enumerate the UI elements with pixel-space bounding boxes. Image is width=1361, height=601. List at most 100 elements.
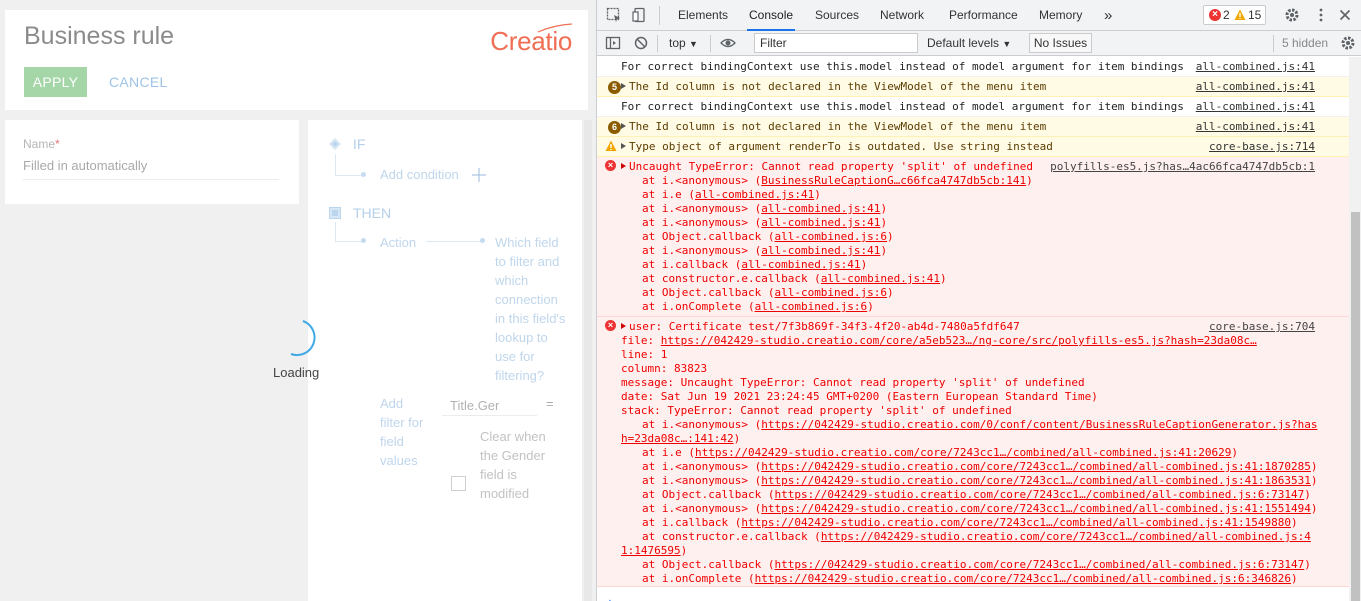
expand-triangle-icon <box>621 143 626 149</box>
stack-link[interactable]: https://042429-studio.creatio.com/core/7… <box>741 516 1291 529</box>
stack-link[interactable]: all-combined.js:41 <box>695 188 814 201</box>
error-line: line: 1 <box>621 348 668 361</box>
tab-sources[interactable]: Sources <box>813 0 861 31</box>
stack-link[interactable]: https://042429-studio.creatio.com/core/7… <box>761 460 1311 473</box>
expand-triangle-icon <box>621 83 626 89</box>
stack-frame: at i.callback (https://042429-studio.cre… <box>642 516 1298 529</box>
source-link[interactable]: all-combined.js:41 <box>1196 57 1315 77</box>
settings-gear-icon[interactable] <box>1284 7 1300 23</box>
stack-link[interactable]: https://042429-studio.creatio.com/core/7… <box>774 488 1304 501</box>
source-link[interactable]: all-combined.js:41 <box>1196 77 1315 97</box>
plus-icon[interactable] <box>471 167 487 183</box>
stack-link[interactable]: https://042429-studio.creatio.com/core/7… <box>774 558 1304 571</box>
console-scrollbar[interactable] <box>1349 57 1361 601</box>
stack-frame: at Object.callback (https://042429-studi… <box>642 558 1311 571</box>
add-condition-link[interactable]: Add condition <box>380 165 459 184</box>
add-filter-link[interactable]: Add filter for field values <box>380 394 430 470</box>
stack-link[interactable]: all-combined.js:41 <box>821 272 940 285</box>
warning-icon <box>605 140 617 151</box>
console-scrollbar-thumb[interactable] <box>1351 212 1360 601</box>
stack-link[interactable]: https://042429-studio.creatio.com/core/7… <box>695 446 1231 459</box>
file-link[interactable]: https://042429-studio.creatio.com/core/a… <box>661 334 1257 347</box>
stack-link[interactable]: all-combined.js:6 <box>774 286 887 299</box>
stack-frame: at i.<anonymous> (https://042429-studio.… <box>642 502 1318 515</box>
title-field-input[interactable]: Title.Ger <box>442 396 537 416</box>
clear-when-checkbox[interactable] <box>451 476 466 491</box>
stack-frame: at i.<anonymous> (all-combined.js:41) <box>642 216 888 229</box>
stack-frame: at i.onComplete (https://042429-studio.c… <box>642 572 1298 585</box>
stack-frame: at Object.callback (https://042429-studi… <box>642 488 1311 501</box>
stack-frame: at i.<anonymous> (BusinessRuleCaptionG…c… <box>642 174 1033 187</box>
name-card: Name* Filled in automatically <box>5 120 299 204</box>
then-square-icon <box>329 207 341 219</box>
log-levels-dropdown[interactable]: Default levels ▼ <box>927 31 1011 56</box>
loading-overlay: Loading <box>262 308 332 388</box>
stack-link[interactable]: all-combined.js:41 <box>741 258 860 271</box>
stack-frame: at Object.callback (all-combined.js:6) <box>642 286 894 299</box>
source-link[interactable]: all-combined.js:41 <box>1196 117 1315 137</box>
stack-link[interactable]: all-combined.js:41 <box>761 244 880 257</box>
stack-link[interactable]: https://042429-studio.creatio.com/core/7… <box>761 502 1311 515</box>
console-prompt[interactable]: › <box>607 595 614 601</box>
source-link[interactable]: core-base.js:704 <box>1209 320 1315 333</box>
cancel-button[interactable]: CANCEL <box>109 67 168 97</box>
stack-frame: at i.e (all-combined.js:41) <box>642 188 821 201</box>
source-link[interactable]: polyfills-es5.js?has…4ac66fca4747db5cb:1 <box>1050 160 1315 173</box>
console-output[interactable]: For correct bindingContext use this.mode… <box>597 57 1349 601</box>
stack-frame: at i.<anonymous> (all-combined.js:41) <box>642 244 888 257</box>
if-diamond-icon <box>329 138 341 150</box>
then-label: THEN <box>353 205 392 221</box>
source-link[interactable]: core-base.js:714 <box>1209 137 1315 157</box>
show-sidebar-icon[interactable] <box>605 35 621 51</box>
no-issues-button[interactable]: No Issues <box>1029 33 1092 53</box>
console-warning[interactable]: Type object of argument renderTo is outd… <box>597 137 1349 157</box>
action-dropdown[interactable]: Action <box>380 233 416 252</box>
stack-link[interactable]: BusinessRuleCaptionG…c66fca4747db5cb:141 <box>761 174 1026 187</box>
clear-console-icon[interactable] <box>633 35 649 51</box>
error-icon: × <box>605 160 616 171</box>
more-options-icon[interactable] <box>1313 7 1329 23</box>
stack-frame: at i.onComplete (all-combined.js:6) <box>642 300 874 313</box>
stack-link[interactable]: all-combined.js:6 <box>774 230 887 243</box>
apply-button[interactable]: APPLY <box>24 67 87 97</box>
app-scrollbar[interactable] <box>584 120 592 601</box>
context-selector[interactable]: top ▼ <box>669 31 698 56</box>
stack-link[interactable]: https://042429-studio.creatio.com/core/7… <box>755 572 1291 585</box>
issue-badges[interactable]: × 2 15 <box>1203 5 1266 25</box>
tab-memory[interactable]: Memory <box>1037 0 1084 31</box>
device-toolbar-icon[interactable] <box>632 7 648 23</box>
stack-link[interactable]: all-combined.js:41 <box>761 202 880 215</box>
inspect-element-icon[interactable] <box>606 7 622 23</box>
tab-console[interactable]: Console <box>747 0 796 31</box>
stack-link[interactable]: all-combined.js:6 <box>755 300 868 313</box>
stack-frame: at i.<anonymous> (https://042429-studio.… <box>642 418 1318 431</box>
error-count: 2 <box>1223 8 1230 22</box>
console-settings-gear-icon[interactable] <box>1340 35 1356 51</box>
loading-text: Loading <box>273 365 320 380</box>
error-stack-head: stack: TypeError: Cannot read property '… <box>621 404 1012 417</box>
stack-link[interactable]: https://042429-studio.creatio.com/core/7… <box>761 474 1311 487</box>
stack-frame-cont: h=23da08c…:141:42) <box>621 432 741 445</box>
source-link[interactable]: all-combined.js:41 <box>1196 97 1315 117</box>
console-warning[interactable]: 5 The Id column is not declared in the V… <box>597 77 1349 97</box>
stack-frame: at i.<anonymous> (https://042429-studio.… <box>642 474 1318 487</box>
more-tabs-button[interactable]: » <box>1102 0 1114 31</box>
page-title: Business rule <box>24 22 175 50</box>
business-rule-app: Business rule Creatio APPLY CANCEL Name*… <box>0 0 596 601</box>
console-error[interactable]: × user: Certificate test/7f3b869f-34f3-4… <box>597 317 1349 587</box>
tab-network[interactable]: Network <box>878 0 926 31</box>
console-warning[interactable]: 6 The Id column is not declared in the V… <box>597 117 1349 137</box>
name-field[interactable]: Filled in automatically <box>23 158 279 180</box>
expand-triangle-icon <box>621 123 626 129</box>
filter-input[interactable]: Filter <box>754 33 918 53</box>
live-expression-eye-icon[interactable] <box>720 35 736 51</box>
stack-frame: at constructor.e.callback (all-combined.… <box>642 272 947 285</box>
stack-link[interactable]: all-combined.js:41 <box>761 216 880 229</box>
close-icon[interactable] <box>1337 7 1353 23</box>
console-error[interactable]: × Uncaught TypeError: Cannot read proper… <box>597 157 1349 317</box>
warning-count: 15 <box>1248 8 1262 22</box>
which-field-text[interactable]: Which field to filter and which connecti… <box>495 233 571 385</box>
tab-performance[interactable]: Performance <box>947 0 1020 31</box>
tab-elements[interactable]: Elements <box>676 0 730 31</box>
name-label: Name* <box>23 137 60 151</box>
